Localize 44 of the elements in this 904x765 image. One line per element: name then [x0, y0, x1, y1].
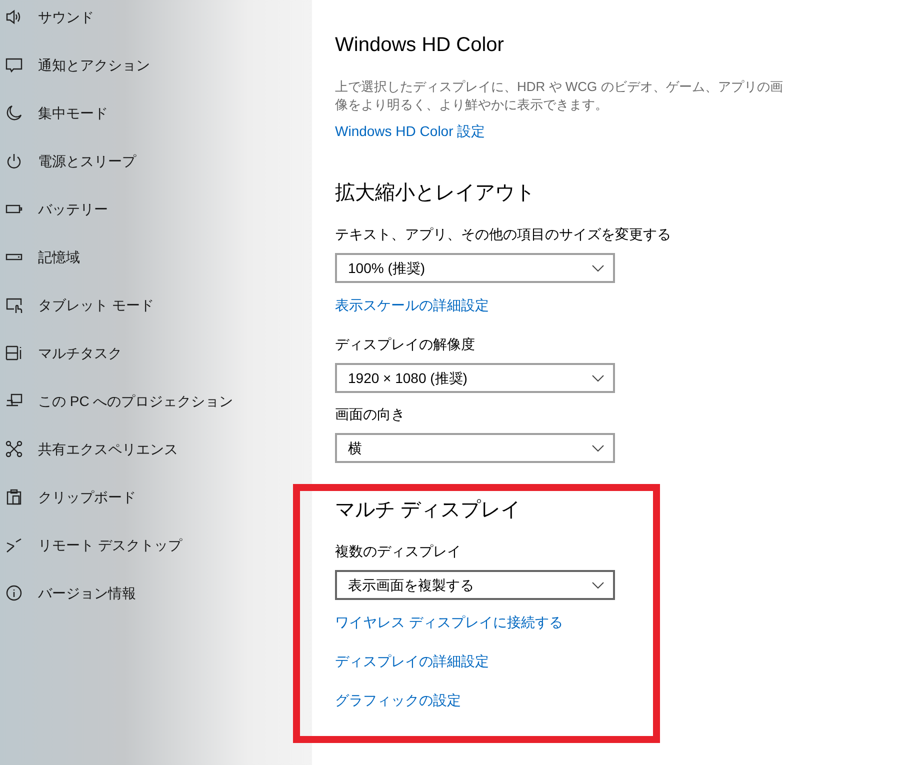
chevron-down-icon	[592, 582, 604, 588]
remote-icon	[5, 536, 23, 554]
dropdown[interactable]: 1920 × 1080 (推奨)	[335, 363, 615, 393]
moon-icon	[5, 104, 23, 122]
chevron-down-icon	[592, 444, 604, 452]
field-label: 画面の向き	[335, 405, 405, 424]
message-icon	[5, 56, 23, 74]
nav-item[interactable]: クリップボード	[0, 473, 312, 521]
speaker-icon	[5, 8, 23, 26]
nav-item[interactable]: 共有エクスペリエンス	[0, 425, 312, 473]
chevron-down-icon	[592, 374, 604, 382]
dropdown[interactable]: 100% (推奨)	[335, 253, 615, 283]
nav-item[interactable]: 記憶域	[0, 233, 312, 281]
nav-item[interactable]: バッテリー	[0, 185, 312, 233]
nav-item[interactable]: リモート デスクトップ	[0, 521, 312, 569]
nav-item[interactable]: 通知とアクション	[0, 41, 312, 89]
settings-link[interactable]: 表示スケールの詳細設定	[335, 295, 489, 315]
share-icon	[5, 440, 23, 458]
tablet-icon	[5, 296, 23, 314]
nav-item[interactable]: この PC へのプロジェクション	[0, 377, 312, 425]
field-label: テキスト、アプリ、その他の項目のサイズを変更する	[335, 225, 671, 244]
section-heading: マルチ ディスプレイ	[335, 498, 521, 523]
description-text: 上で選択したディスプレイに、HDR や WCG のビデオ、ゲーム、アプリの画像をより明るく、より鮮やかに表示できます。	[335, 78, 784, 114]
nav-item[interactable]: サウンド	[0, 0, 312, 41]
nav-item[interactable]: マルチタスク	[0, 329, 312, 377]
clipboard-icon	[5, 488, 23, 506]
settings-link[interactable]: ディスプレイの詳細設定	[335, 651, 489, 671]
nav-item[interactable]: 集中モード	[0, 89, 312, 137]
dropdown[interactable]: 表示画面を複製する	[335, 570, 615, 600]
nav-item[interactable]: 電源とスリープ	[0, 137, 312, 185]
chevron-down-icon	[592, 264, 604, 272]
settings-link[interactable]: Windows HD Color 設定	[335, 121, 486, 141]
nav-item[interactable]: バージョン情報	[0, 569, 312, 617]
section-heading: 拡大縮小とレイアウト	[335, 181, 535, 206]
nav-item[interactable]: タブレット モード	[0, 281, 312, 329]
power-icon	[5, 152, 23, 170]
section-heading: Windows HD Color	[335, 33, 504, 58]
field-label: ディスプレイの解像度	[335, 335, 475, 354]
multitask-icon	[5, 344, 23, 362]
settings-link[interactable]: グラフィックの設定	[335, 690, 461, 710]
field-label: 複数のディスプレイ	[335, 542, 461, 561]
dropdown[interactable]: 横	[335, 433, 615, 463]
info-icon	[5, 584, 23, 602]
settings-link[interactable]: ワイヤレス ディスプレイに接続する	[335, 612, 563, 632]
